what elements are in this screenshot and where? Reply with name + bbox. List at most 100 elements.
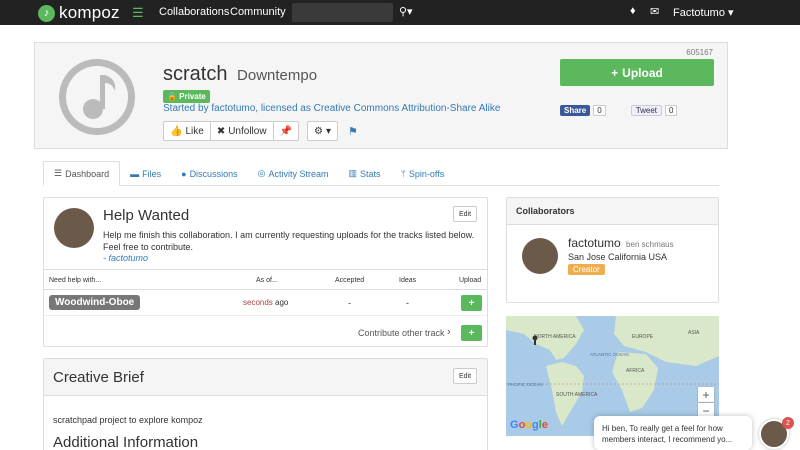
project-number: 605167 bbox=[686, 48, 713, 57]
collaborator-realname: ben schmaus bbox=[626, 240, 674, 249]
list-icon: ☰ bbox=[54, 168, 63, 178]
hamburger-menu-icon[interactable]: ☰ bbox=[132, 5, 144, 21]
chevron-right-icon: › bbox=[447, 326, 451, 338]
thumbs-up-icon: 👍 bbox=[170, 125, 183, 137]
pin-icon: 📌 bbox=[279, 125, 293, 137]
help-wanted-title: Help Wanted bbox=[103, 207, 190, 224]
user-menu[interactable]: Factotumo ▾ bbox=[673, 6, 734, 19]
map-label: NORTH AMERICA bbox=[534, 334, 576, 340]
logo-text: kompoz bbox=[59, 3, 120, 22]
tab-discussions[interactable]: ● Discussions bbox=[171, 161, 247, 186]
creative-brief-header: Creative Brief Edit bbox=[44, 359, 487, 396]
pin-button[interactable]: 📌 bbox=[273, 121, 300, 141]
project-genre: Downtempo bbox=[237, 67, 318, 84]
music-note-icon: ♪ bbox=[38, 4, 55, 22]
social-share: Share 0 Tweet 0 bbox=[560, 105, 678, 116]
twitter-tweet-button[interactable]: Tweet bbox=[630, 105, 663, 116]
column-header: Upload bbox=[459, 277, 482, 284]
tab-stats[interactable]: ▥ Stats bbox=[338, 161, 390, 186]
tab-label: Files bbox=[142, 168, 162, 179]
facebook-share-count: 0 bbox=[593, 105, 606, 116]
collaborator-username[interactable]: factotumo bbox=[568, 236, 621, 250]
gear-icon: ⚙ bbox=[314, 125, 323, 137]
as-of-time: seconds ago bbox=[243, 298, 289, 307]
bar-chart-icon: ▥ bbox=[348, 168, 357, 178]
accepted-count: - bbox=[348, 298, 351, 308]
tab-label: Spin-offs bbox=[408, 168, 445, 179]
plus-icon: + bbox=[611, 65, 619, 80]
creative-brief-panel: Creative Brief Edit scratchpad project t… bbox=[43, 358, 488, 450]
tab-label: Stats bbox=[359, 168, 381, 179]
avatar[interactable] bbox=[522, 238, 558, 274]
chat-message-preview[interactable]: Hi ben, To really get a feel for how mem… bbox=[594, 416, 752, 450]
close-icon: ✖ bbox=[216, 125, 226, 137]
follow-button-group: 👍 Like ✖ Unfollow 📌 bbox=[163, 121, 300, 141]
creative-brief-text: scratchpad project to explore kompoz bbox=[53, 415, 203, 425]
edit-help-button[interactable]: Edit bbox=[453, 206, 477, 222]
google-logo: Google bbox=[510, 419, 548, 431]
nav-collaborations[interactable]: Collaborations bbox=[159, 6, 229, 18]
flag-icon[interactable]: ⚑ bbox=[348, 121, 358, 141]
ideas-count: - bbox=[406, 298, 409, 308]
envelope-icon[interactable]: ✉ bbox=[650, 5, 659, 18]
avatar[interactable] bbox=[54, 208, 94, 248]
contribute-other-track-button[interactable]: + bbox=[461, 325, 482, 341]
tab-spin-offs[interactable]: ᛘ Spin-offs bbox=[390, 161, 454, 186]
tab-files[interactable]: ▬ Files bbox=[120, 161, 171, 186]
help-wanted-text: Help me finish this collaboration. I am … bbox=[103, 230, 475, 252]
contribute-other-track-link[interactable]: Contribute other track bbox=[358, 328, 445, 338]
project-avatar bbox=[59, 59, 135, 135]
unfollow-label: Unfollow bbox=[228, 125, 267, 137]
project-title: scratch Downtempo bbox=[163, 63, 317, 86]
project-header: 605167 scratch Downtempo 🔒 Private Start… bbox=[34, 42, 728, 149]
additional-info-title: Additional Information bbox=[53, 434, 199, 450]
column-header: Ideas bbox=[399, 277, 417, 284]
map-label: ASIA bbox=[688, 330, 700, 336]
zoom-in-button[interactable]: + bbox=[698, 387, 714, 402]
search-icon[interactable]: ⚲▾ bbox=[399, 5, 413, 18]
edit-brief-button[interactable]: Edit bbox=[453, 368, 477, 384]
map-label: EUROPE bbox=[632, 334, 654, 340]
facebook-share-button[interactable]: Share bbox=[560, 105, 591, 116]
folder-icon: ▬ bbox=[130, 168, 140, 179]
project-actions: 👍 Like ✖ Unfollow 📌 ⚙ ▾ ⚑ bbox=[163, 121, 358, 141]
upload-track-button[interactable]: + bbox=[461, 295, 482, 311]
tab-dashboard[interactable]: ☰ Dashboard bbox=[43, 161, 121, 186]
map-label: AFRICA bbox=[626, 368, 645, 374]
unfollow-button[interactable]: ✖ Unfollow bbox=[210, 121, 274, 141]
project-tabs: ☰ Dashboard ▬ Files ● Discussions ◎ Activity… bbox=[43, 161, 719, 186]
creative-brief-title: Creative Brief bbox=[53, 369, 144, 386]
tab-label: Discussions bbox=[189, 168, 238, 179]
project-name: scratch bbox=[163, 63, 228, 85]
settings-dropdown[interactable]: ⚙ ▾ bbox=[307, 121, 339, 141]
collaborator-location: San Jose California USA bbox=[568, 252, 668, 262]
collaborators-panel: Collaborators factotumo ben schmaus San … bbox=[506, 197, 719, 303]
like-button[interactable]: 👍 Like bbox=[163, 121, 211, 141]
kompoz-logo[interactable]: ♪ kompoz bbox=[38, 3, 120, 23]
column-header: As of... bbox=[256, 277, 278, 284]
table-row: Woodwind-Oboe seconds ago - - + bbox=[44, 290, 487, 316]
search-input[interactable] bbox=[292, 3, 393, 22]
tab-activity-stream[interactable]: ◎ Activity Stream bbox=[248, 161, 339, 186]
project-started-text[interactable]: Started by factotumo, licensed as Creati… bbox=[163, 103, 500, 114]
column-header: Need help with... bbox=[49, 277, 102, 284]
creator-badge: Creator bbox=[568, 264, 605, 275]
private-badge: 🔒 Private bbox=[163, 90, 210, 103]
comments-icon: ● bbox=[181, 168, 187, 179]
tracks-table-header: Need help with... As of... Accepted Idea… bbox=[44, 269, 487, 290]
help-wanted-author[interactable]: - factotumo bbox=[103, 253, 148, 263]
top-navbar: ♪ kompoz ☰ Collaborations Community ⚲▾ ♦… bbox=[0, 0, 800, 25]
like-label: Like bbox=[185, 125, 204, 137]
collaborator-name: factotumo ben schmaus bbox=[568, 236, 674, 250]
tab-label: Dashboard bbox=[65, 168, 110, 179]
map-label: PACIFIC OCEAN bbox=[508, 382, 543, 387]
column-header: Accepted bbox=[335, 277, 365, 284]
bell-icon[interactable]: ♦ bbox=[630, 5, 636, 17]
track-label[interactable]: Woodwind-Oboe bbox=[49, 295, 141, 310]
chat-unread-badge: 2 bbox=[782, 417, 794, 429]
nav-community[interactable]: Community bbox=[230, 6, 286, 18]
tab-label: Activity Stream bbox=[268, 168, 329, 179]
fork-icon: ᛘ bbox=[400, 168, 406, 179]
chevron-down-icon: ▾ bbox=[325, 125, 332, 137]
upload-button[interactable]: + Upload bbox=[560, 59, 714, 86]
